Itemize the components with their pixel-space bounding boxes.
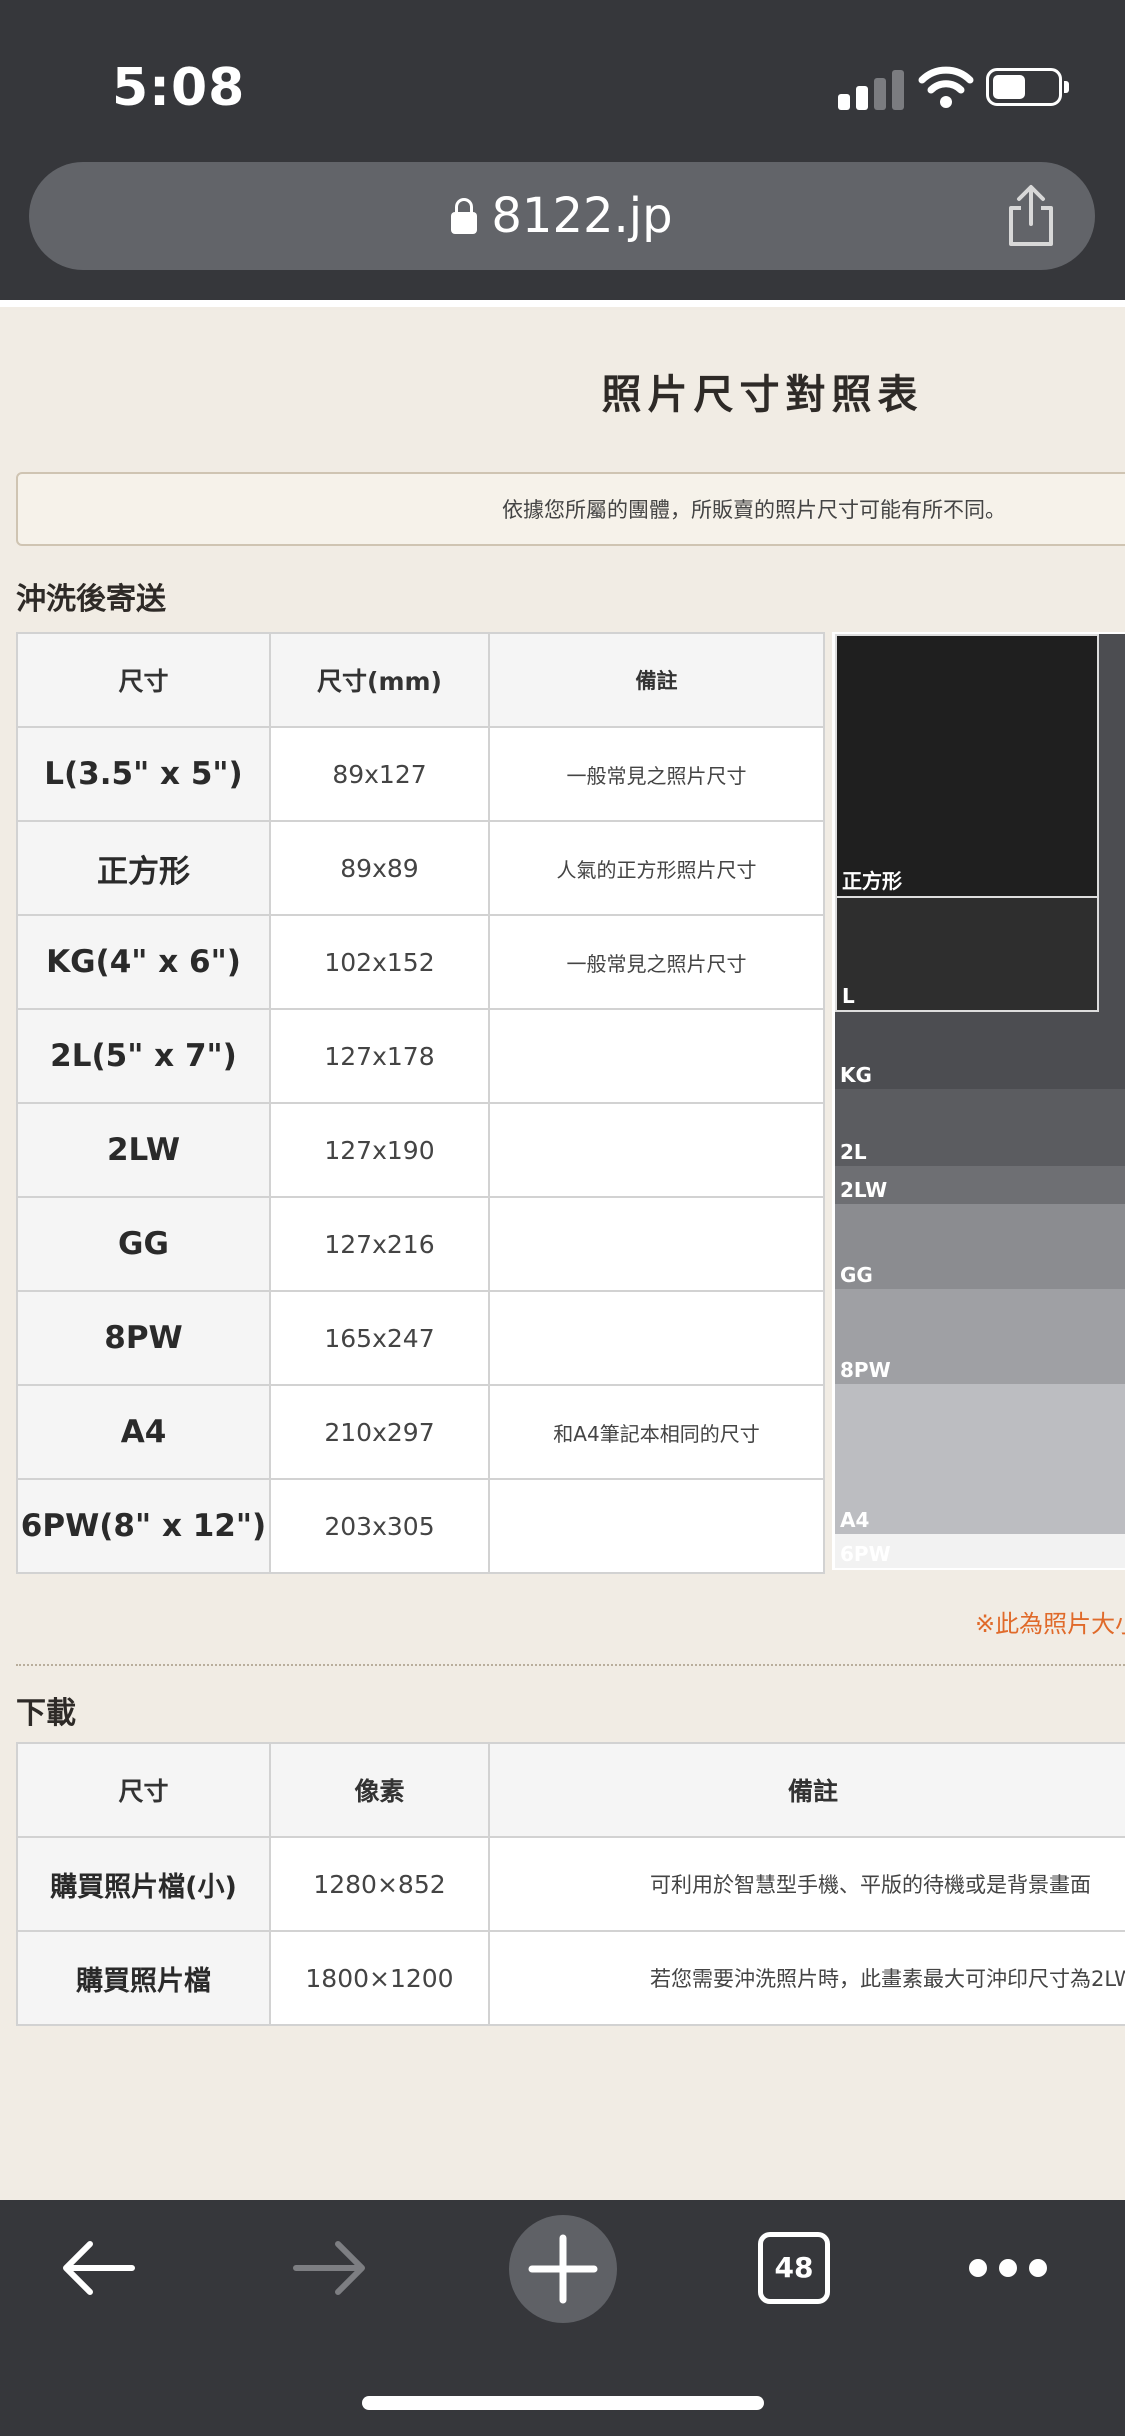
note-cell bbox=[488, 1102, 825, 1198]
size-cell: KG(4" x 6") bbox=[16, 914, 271, 1010]
note-cell: 和A4筆記本相同的尺寸 bbox=[488, 1384, 825, 1480]
size-rect-label: KG bbox=[840, 1063, 872, 1087]
size-cell: L(3.5" x 5") bbox=[16, 726, 271, 822]
section-divider bbox=[16, 1664, 1125, 1666]
tabs-count: 48 bbox=[774, 2251, 814, 2284]
download-note-text: 若您需要沖洗照片時，此畫素最大可沖印尺寸為2LW(5" x 7") bbox=[650, 1967, 1125, 1991]
mm-cell: 127x178 bbox=[269, 1008, 490, 1104]
mm-cell: 127x190 bbox=[269, 1102, 490, 1198]
download-section-title: 下載 bbox=[16, 1696, 76, 1731]
dl-header-size: 尺寸 bbox=[16, 1742, 271, 1838]
forward-arrow-icon[interactable] bbox=[290, 2236, 370, 2300]
table-row: 購買照片檔 1800×1200 若您需要沖洗照片時，此畫素最大可沖印尺寸為2LW(5… bbox=[16, 1930, 1125, 2026]
size-cell: 正方形 bbox=[16, 820, 271, 916]
battery-icon bbox=[986, 68, 1069, 106]
home-indicator bbox=[362, 2396, 764, 2410]
download-note-cell: 若您需要沖洗照片時，此畫素最大可沖印尺寸為2LW(5" x 7") bbox=[488, 1930, 1125, 2026]
new-tab-plus-icon[interactable] bbox=[508, 2214, 618, 2324]
page-title: 照片尺寸對照表 bbox=[601, 372, 924, 418]
lock-icon bbox=[451, 198, 478, 234]
mm-cell: 89x89 bbox=[269, 820, 490, 916]
download-size-cell: 購買照片檔 bbox=[16, 1930, 271, 2026]
size-rect-label: GG bbox=[840, 1263, 873, 1287]
table-row: 購買照片檔(小) 1280×852 可利用於智慧型手機、平版的待機或是背景畫面 bbox=[16, 1836, 1125, 1932]
pixels-cell: 1280×852 bbox=[269, 1836, 490, 1932]
wifi-icon bbox=[918, 66, 974, 108]
size-rect-label: L bbox=[842, 984, 855, 1008]
table-row: A4 210x297 和A4筆記本相同的尺寸 bbox=[16, 1384, 825, 1480]
size-rect: 正方形 bbox=[835, 634, 1099, 898]
table-row: L(3.5" x 5") 89x127 一般常見之照片尺寸 bbox=[16, 726, 825, 822]
header-mm: 尺寸(mm) bbox=[269, 632, 490, 728]
table-row: GG 127x216 bbox=[16, 1196, 825, 1292]
print-size-table: 尺寸 尺寸(mm) 備註 L(3.5" x 5") 89x127 一般常見之照片尺寸… bbox=[16, 632, 825, 1574]
size-rect-label: 正方形 bbox=[842, 869, 902, 893]
size-cell: 2LW bbox=[16, 1102, 271, 1198]
size-rect-label: 8PW bbox=[840, 1358, 891, 1382]
table-row: KG(4" x 6") 102x152 一般常見之照片尺寸 bbox=[16, 914, 825, 1010]
table-row: 8PW 165x247 bbox=[16, 1290, 825, 1386]
size-comparison-diagram: 6PW A4 8PW GG 2LW 2L KG L 正方形 bbox=[832, 632, 1125, 1570]
cellular-signal-icon bbox=[838, 70, 904, 110]
note-cell bbox=[488, 1196, 825, 1292]
size-cell: GG bbox=[16, 1196, 271, 1292]
mm-cell: 102x152 bbox=[269, 914, 490, 1010]
download-note-text: 可利用於智慧型手機、平版的待機或是背景畫面 bbox=[650, 1873, 1091, 1897]
notice-box: 依據您所屬的團體，所販賣的照片尺寸可能有所不同。 bbox=[16, 472, 1125, 546]
table-row: 2L(5" x 7") 127x178 bbox=[16, 1008, 825, 1104]
note-cell: 一般常見之照片尺寸 bbox=[488, 726, 825, 822]
share-icon[interactable] bbox=[1001, 184, 1061, 248]
note-cell bbox=[488, 1008, 825, 1104]
table-row: 6PW(8" x 12") 203x305 bbox=[16, 1478, 825, 1574]
size-rect-label: 2L bbox=[840, 1140, 867, 1164]
mm-cell: 165x247 bbox=[269, 1290, 490, 1386]
url-text: 8122.jp bbox=[491, 188, 673, 244]
dl-header-note: 備註 bbox=[488, 1742, 1125, 1838]
size-rect-label: A4 bbox=[840, 1508, 870, 1532]
status-time: 5:08 bbox=[112, 58, 246, 118]
tabs-button[interactable]: 48 bbox=[758, 2232, 830, 2304]
download-table: 尺寸 像素 備註 購買照片檔(小) 1280×852 可利用於智慧型手機、平版的待機… bbox=[16, 1742, 1125, 2026]
mm-cell: 203x305 bbox=[269, 1478, 490, 1574]
mm-cell: 210x297 bbox=[269, 1384, 490, 1480]
download-size-cell: 購買照片檔(小) bbox=[16, 1836, 271, 1932]
table-row: 正方形 89x89 人氣的正方形照片尺寸 bbox=[16, 820, 825, 916]
note-cell bbox=[488, 1290, 825, 1386]
table-row: 2LW 127x190 bbox=[16, 1102, 825, 1198]
mm-cell: 89x127 bbox=[269, 726, 490, 822]
pixels-cell: 1800×1200 bbox=[269, 1930, 490, 2026]
size-footnote: ※此為照片大小 bbox=[975, 1610, 1125, 1638]
url-display[interactable]: 8122.jp bbox=[29, 162, 1095, 270]
size-cell: A4 bbox=[16, 1384, 271, 1480]
note-cell: 一般常見之照片尺寸 bbox=[488, 914, 825, 1010]
size-cell: 6PW(8" x 12") bbox=[16, 1478, 271, 1574]
more-options-icon[interactable] bbox=[966, 2252, 1050, 2284]
header-size: 尺寸 bbox=[16, 632, 271, 728]
size-rect-label: 6PW bbox=[840, 1542, 891, 1566]
back-arrow-icon[interactable] bbox=[58, 2236, 138, 2300]
print-section-title: 沖洗後寄送 bbox=[16, 582, 166, 617]
note-cell: 人氣的正方形照片尺寸 bbox=[488, 820, 825, 916]
browser-top-chrome: 5:08 8122.jp bbox=[0, 0, 1125, 300]
size-cell: 8PW bbox=[16, 1290, 271, 1386]
dl-header-pixels: 像素 bbox=[269, 1742, 490, 1838]
download-note-cell: 可利用於智慧型手機、平版的待機或是背景畫面 bbox=[488, 1836, 1125, 1932]
note-cell bbox=[488, 1478, 825, 1574]
address-bar[interactable]: 8122.jp bbox=[29, 162, 1095, 270]
header-note: 備註 bbox=[488, 632, 825, 728]
size-cell: 2L(5" x 7") bbox=[16, 1008, 271, 1104]
mm-cell: 127x216 bbox=[269, 1196, 490, 1292]
size-rect-label: 2LW bbox=[840, 1178, 888, 1202]
chrome-divider bbox=[0, 300, 1125, 307]
notice-text: 依據您所屬的團體，所販賣的照片尺寸可能有所不同。 bbox=[502, 498, 1006, 522]
